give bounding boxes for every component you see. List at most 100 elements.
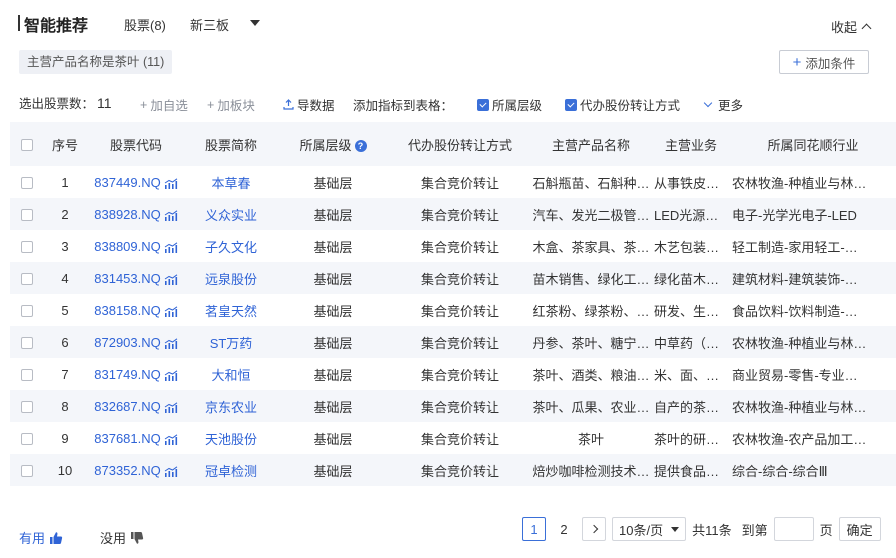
next-page-button[interactable] (582, 517, 606, 541)
tab-stock[interactable]: 股票(8) (124, 15, 166, 34)
trend-chart-icon[interactable] (164, 241, 178, 253)
row-checkbox[interactable] (21, 177, 33, 190)
table-row[interactable]: 4 831453.NQ 远泉股份 基础层 集合竞价转让 苗木销售、绿化工…绿化苗木种植…建… (10, 262, 896, 294)
trend-chart-icon[interactable] (164, 305, 178, 317)
table-row[interactable]: 3 838809.NQ 子久文化 基础层 集合竞价转让 木盒、茶家具、茶…木艺包装盒及…轻… (10, 230, 896, 262)
table-row[interactable]: 8 832687.NQ 京东农业 基础层 集合竞价转让 茶叶、瓜果、农业…自产的茶叶、…农… (10, 390, 896, 422)
row-checkbox[interactable] (21, 369, 33, 382)
stock-name-link[interactable]: 冠卓检测 (205, 464, 257, 479)
results-table: 序号 股票代码 股票简称 所属层级? 代办股份转让方式 主营产品名称 主营业务 … (10, 122, 896, 486)
export-button[interactable]: 导数据 (283, 95, 335, 114)
stock-name-link[interactable]: 本草春 (211, 176, 250, 191)
table-row[interactable]: 5 838158.NQ 茗皇天然 基础层 集合竞价转让 红茶粉、绿茶粉、…研发、生产和…食… (10, 294, 896, 326)
cell-method: 集合竞价转让 (420, 463, 499, 479)
stock-name-link[interactable]: 京东农业 (205, 400, 257, 415)
page-size-select[interactable]: 10条/页 (612, 517, 687, 541)
cell-product: 红茶粉、绿茶粉、… (532, 303, 650, 319)
add-condition-button[interactable]: + 添加条件 (779, 50, 869, 74)
trend-chart-icon[interactable] (164, 273, 178, 285)
result-toolbar: 选出股票数： 11 + 加自选 + 加板块 导数据 添加指标到表格： 所属层级 … (19, 92, 879, 114)
stock-code-link[interactable]: 838809.NQ (94, 239, 161, 254)
row-checkbox[interactable] (21, 209, 33, 222)
goto-page-input[interactable] (773, 517, 814, 541)
stock-code-link[interactable]: 838928.NQ (94, 207, 161, 222)
row-select-cell[interactable] (10, 230, 44, 262)
trend-chart-icon[interactable] (164, 209, 178, 221)
row-select-cell[interactable] (10, 262, 44, 294)
table-row[interactable]: 7 831749.NQ 大和恒 基础层 集合竞价转让 茶叶、酒类、粮油…米、面、粮、…商业… (10, 358, 896, 390)
more-button[interactable]: 更多 (703, 95, 743, 114)
trend-chart-icon[interactable] (164, 177, 178, 189)
table-row[interactable]: 9 837681.NQ 天池股份 基础层 集合竞价转让 茶叶 茶叶的研发、…农林牧渔-农产品… (10, 422, 896, 454)
col-header-level[interactable]: 所属层级? (276, 122, 390, 166)
row-checkbox[interactable] (21, 401, 33, 414)
stock-name-link[interactable]: 子久文化 (205, 240, 257, 255)
stock-name-link[interactable]: 茗皇天然 (205, 304, 257, 319)
row-select-cell[interactable] (10, 326, 44, 358)
row-select-cell[interactable] (10, 358, 44, 390)
stock-name-link[interactable]: 天池股份 (205, 432, 257, 447)
table-row[interactable]: 6 872903.NQ ST万药 基础层 集合竞价转让 丹参、茶叶、糖宁…中草药（丹参…农… (10, 326, 896, 358)
table-row[interactable]: 10 873352.NQ 冠卓检测 基础层 集合竞价转让 焙炒咖啡检测技术…提供食品类及…… (10, 454, 896, 486)
col-header-product[interactable]: 主营产品名称 (530, 122, 652, 166)
row-select-cell[interactable] (10, 294, 44, 326)
col-header-business[interactable]: 主营业务 (652, 122, 730, 166)
col-header-method[interactable]: 代办股份转让方式 (390, 122, 530, 166)
tab-dropdown-icon[interactable] (250, 20, 260, 26)
trend-chart-icon[interactable] (164, 369, 178, 381)
row-select-cell[interactable] (10, 166, 44, 198)
col-header-index[interactable]: 序号 (44, 122, 86, 166)
stock-code-link[interactable]: 837681.NQ (94, 431, 161, 446)
trend-chart-icon[interactable] (164, 401, 178, 413)
stock-code-link[interactable]: 873352.NQ (94, 463, 161, 478)
stock-code-link[interactable]: 837449.NQ (94, 175, 161, 190)
check-transfer-method[interactable]: 代办股份转让方式 (565, 95, 680, 114)
row-checkbox[interactable] (21, 273, 33, 286)
trend-chart-icon[interactable] (164, 337, 178, 349)
col-header-code[interactable]: 股票代码 (86, 122, 186, 166)
stock-name-link[interactable]: ST万药 (210, 336, 253, 351)
row-select-cell[interactable] (10, 198, 44, 230)
useless-button[interactable]: 没用 (100, 528, 144, 547)
thumbs-up-icon (50, 531, 63, 544)
useful-button[interactable]: 有用 (19, 528, 63, 547)
row-select-cell[interactable] (10, 422, 44, 454)
trend-chart-icon[interactable] (164, 465, 178, 477)
collapse-button[interactable]: 收起 (831, 17, 872, 36)
add-board-button[interactable]: + 加板块 (207, 95, 255, 114)
page-1-button[interactable]: 1 (522, 517, 546, 541)
help-icon[interactable]: ? (354, 140, 367, 153)
cell-business: 从事铁皮石斛… (654, 175, 730, 191)
condition-tag[interactable]: 主营产品名称是茶叶 (11) (19, 50, 173, 74)
table-row[interactable]: 2 838928.NQ 义众实业 基础层 集合竞价转让 汽车、发光二极管…LED光源器件…… (10, 198, 896, 230)
check-level[interactable]: 所属层级 (477, 95, 542, 114)
select-all-cell[interactable] (10, 122, 44, 166)
stock-name-link[interactable]: 远泉股份 (205, 272, 257, 287)
confirm-button[interactable]: 确定 (838, 517, 881, 541)
page-2-button[interactable]: 2 (552, 517, 576, 541)
stock-code-link[interactable]: 831453.NQ (94, 271, 161, 286)
row-checkbox[interactable] (21, 241, 33, 254)
stock-code-link[interactable]: 832687.NQ (94, 399, 161, 414)
row-select-cell[interactable] (10, 390, 44, 422)
stock-name-link[interactable]: 义众实业 (205, 208, 257, 223)
tab-neeq[interactable]: 新三板 (190, 15, 229, 34)
row-checkbox[interactable] (21, 465, 33, 478)
page-title: 智能推荐 (24, 18, 89, 35)
col-header-industry[interactable]: 所属同花顺行业 (730, 122, 896, 166)
stock-code-link[interactable]: 872903.NQ (94, 335, 161, 350)
stock-code-link[interactable]: 838158.NQ (94, 303, 161, 318)
chevron-down-icon (703, 98, 713, 108)
col-header-name[interactable]: 股票简称 (186, 122, 276, 166)
select-all-checkbox[interactable] (21, 139, 33, 152)
stock-name-link[interactable]: 大和恒 (211, 368, 250, 383)
cell-code: 838928.NQ (86, 198, 186, 230)
table-row[interactable]: 1 837449.NQ 本草春 基础层 集合竞价转让 石斛瓶苗、石斛种…从事铁皮石斛…农林… (10, 166, 896, 198)
row-checkbox[interactable] (21, 305, 33, 318)
row-checkbox[interactable] (21, 433, 33, 446)
row-select-cell[interactable] (10, 454, 44, 486)
trend-chart-icon[interactable] (164, 433, 178, 445)
stock-code-link[interactable]: 831749.NQ (94, 367, 161, 382)
add-watch-button[interactable]: + 加自选 (140, 95, 188, 114)
row-checkbox[interactable] (21, 337, 33, 350)
